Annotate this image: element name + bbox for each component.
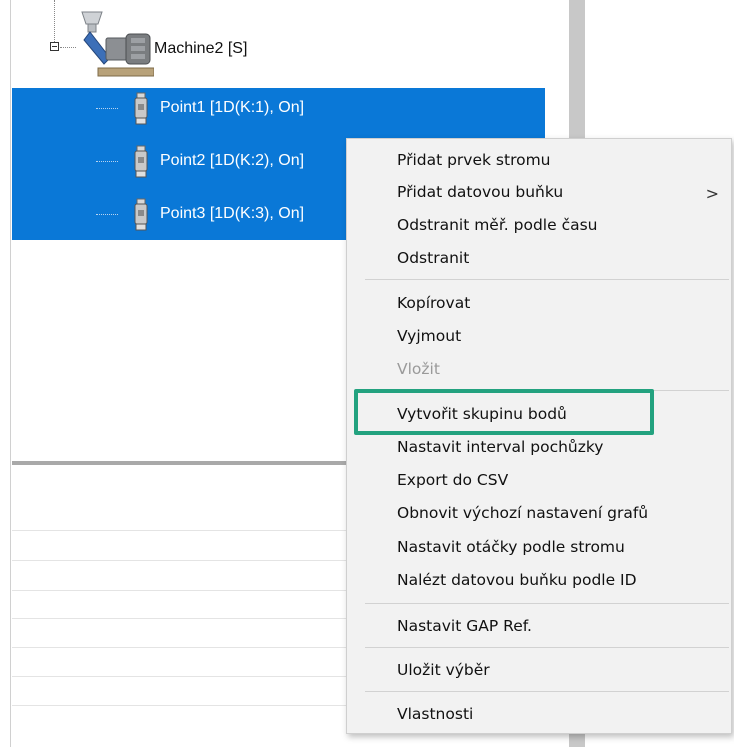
menu-separator xyxy=(365,279,729,280)
tree-connector xyxy=(96,108,118,109)
menu-item-reset-chart-settings[interactable]: Obnovit výchozí nastavení grafů xyxy=(397,500,648,526)
menu-item-save-selection[interactable]: Uložit výběr xyxy=(397,657,490,683)
menu-item-set-gap-ref[interactable]: Nastavit GAP Ref. xyxy=(397,613,532,639)
sensor-probe-icon xyxy=(134,92,148,125)
tree-connector xyxy=(96,214,118,215)
menu-item-cut[interactable]: Vyjmout xyxy=(397,323,461,349)
menu-item-find-data-cell-by-id[interactable]: Nalézt datovou buňku podle ID xyxy=(397,567,637,593)
tree-connector xyxy=(96,161,118,162)
menu-item-add-tree-element[interactable]: Přidat prvek stromu xyxy=(397,147,551,173)
point-node-label: Point1 [1D(K:1), On] xyxy=(160,99,305,116)
tree-connector xyxy=(54,0,55,42)
tree-connector xyxy=(60,47,76,48)
machine-pump-icon xyxy=(81,11,154,77)
annotation-highlight-box xyxy=(354,389,654,435)
sensor-probe-icon xyxy=(134,145,148,178)
menu-item-delete-by-time[interactable]: Odstranit měř. podle času xyxy=(397,212,598,238)
sensor-probe-icon xyxy=(134,198,148,231)
machine-node-label[interactable]: Machine2 [S] xyxy=(154,40,247,58)
panel-left-border xyxy=(10,0,11,747)
point-node-label: Point2 [1D(K:2), On] xyxy=(160,152,305,169)
menu-separator xyxy=(365,647,729,648)
context-menu: Přidat prvek stromu Přidat datovou buňku… xyxy=(346,138,732,734)
menu-item-paste: Vložit xyxy=(397,360,440,378)
menu-separator xyxy=(365,603,729,604)
collapse-toggle[interactable] xyxy=(50,42,59,51)
point-node-label: Point3 [1D(K:3), On] xyxy=(160,205,305,222)
menu-item-export-csv[interactable]: Export do CSV xyxy=(397,467,508,493)
menu-item-set-speed-by-tree[interactable]: Nastavit otáčky podle stromu xyxy=(397,534,625,560)
menu-separator xyxy=(365,691,729,692)
menu-item-copy[interactable]: Kopírovat xyxy=(397,290,470,316)
tree-node-point[interactable]: Point1 [1D(K:1), On] xyxy=(12,90,545,128)
menu-item-set-route-interval[interactable]: Nastavit interval pochůzky xyxy=(397,434,603,460)
submenu-arrow-icon: > xyxy=(705,184,719,203)
menu-item-add-data-cell[interactable]: Přidat datovou buňku xyxy=(397,179,563,205)
menu-item-delete[interactable]: Odstranit xyxy=(397,245,469,271)
menu-item-properties[interactable]: Vlastnosti xyxy=(397,701,473,727)
